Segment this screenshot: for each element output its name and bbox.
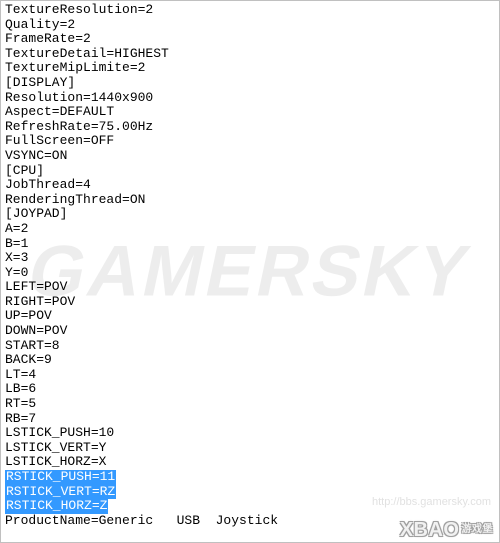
config-line[interactable]: BACK=9 [5,353,495,368]
config-line[interactable]: RenderingThread=ON [5,193,495,208]
config-line[interactable]: RT=5 [5,397,495,412]
config-line[interactable]: TextureMipLimite=2 [5,61,495,76]
config-line[interactable]: FullScreen=OFF [5,134,495,149]
config-line[interactable]: B=1 [5,237,495,252]
config-line[interactable]: VSYNC=ON [5,149,495,164]
config-line[interactable]: Resolution=1440x900 [5,91,495,106]
config-line[interactable]: [JOYPAD] [5,207,495,222]
config-line[interactable]: RSTICK_VERT=RZ [5,485,495,500]
config-line[interactable]: [CPU] [5,164,495,179]
config-line[interactable]: UP=POV [5,309,495,324]
config-line[interactable]: TextureDetail=HIGHEST [5,47,495,62]
config-line[interactable]: RIGHT=POV [5,295,495,310]
config-line[interactable]: RSTICK_PUSH=11 [5,470,495,485]
selected-text[interactable]: RSTICK_HORZ=Z [5,499,108,514]
config-text-area[interactable]: TextureResolution=2Quality=2FrameRate=2T… [5,3,495,543]
config-line[interactable]: RB=7 [5,412,495,427]
blank-line [5,528,495,543]
config-line[interactable]: DOWN=POV [5,324,495,339]
config-line[interactable]: A=2 [5,222,495,237]
config-line[interactable]: LEFT=POV [5,280,495,295]
config-line[interactable]: Y=0 [5,266,495,281]
selected-text[interactable]: RSTICK_VERT=RZ [5,485,116,500]
config-line[interactable]: Aspect=DEFAULT [5,105,495,120]
config-line[interactable]: FrameRate=2 [5,32,495,47]
config-line[interactable]: LSTICK_VERT=Y [5,441,495,456]
config-line[interactable]: RefreshRate=75.00Hz [5,120,495,135]
config-line[interactable]: START=8 [5,339,495,354]
config-line[interactable]: ProductName=Generic USB Joystick [5,514,495,529]
selected-text[interactable]: RSTICK_PUSH=11 [5,470,116,485]
config-line[interactable]: LSTICK_HORZ=X [5,455,495,470]
config-line[interactable]: TextureResolution=2 [5,3,495,18]
config-line[interactable]: LSTICK_PUSH=10 [5,426,495,441]
config-line[interactable]: LB=6 [5,382,495,397]
config-line[interactable]: [DISPLAY] [5,76,495,91]
config-line[interactable]: RSTICK_HORZ=Z [5,499,495,514]
config-line[interactable]: Quality=2 [5,18,495,33]
config-line[interactable]: LT=4 [5,368,495,383]
config-line[interactable]: JobThread=4 [5,178,495,193]
config-line[interactable]: X=3 [5,251,495,266]
